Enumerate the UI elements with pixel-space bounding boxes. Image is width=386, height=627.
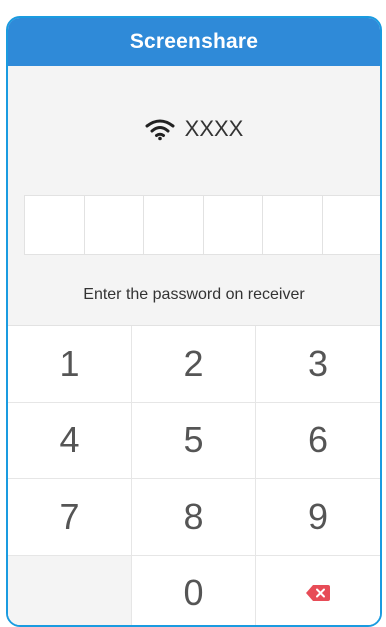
network-name: XXXX [185, 116, 244, 142]
backspace-icon [306, 585, 330, 601]
password-digit-box [204, 196, 264, 254]
backspace-button[interactable] [256, 556, 380, 627]
key-0[interactable]: 0 [132, 556, 256, 627]
key-4[interactable]: 4 [8, 403, 132, 480]
password-digit-box [144, 196, 204, 254]
window-title: Screenshare [130, 30, 258, 54]
password-hint: Enter the password on receiver [8, 286, 380, 304]
key-1[interactable]: 1 [8, 326, 132, 403]
key-5[interactable]: 5 [132, 403, 256, 480]
key-3[interactable]: 3 [256, 326, 380, 403]
title-bar: Screenshare [8, 18, 380, 66]
password-digit-box [85, 196, 145, 254]
password-digit-box [323, 196, 382, 254]
password-digit-box [25, 196, 85, 254]
key-2[interactable]: 2 [132, 326, 256, 403]
password-digit-box [263, 196, 323, 254]
screenshare-panel: Screenshare XXXX Enter the password on r… [6, 16, 382, 627]
key-7[interactable]: 7 [8, 479, 132, 556]
network-info: XXXX [8, 116, 380, 142]
key-empty [8, 556, 132, 627]
wifi-icon [145, 117, 175, 141]
key-8[interactable]: 8 [132, 479, 256, 556]
key-6[interactable]: 6 [256, 403, 380, 480]
key-9[interactable]: 9 [256, 479, 380, 556]
numeric-keypad: 1 2 3 4 5 6 7 8 9 0 [8, 325, 380, 627]
password-input[interactable] [24, 195, 382, 255]
